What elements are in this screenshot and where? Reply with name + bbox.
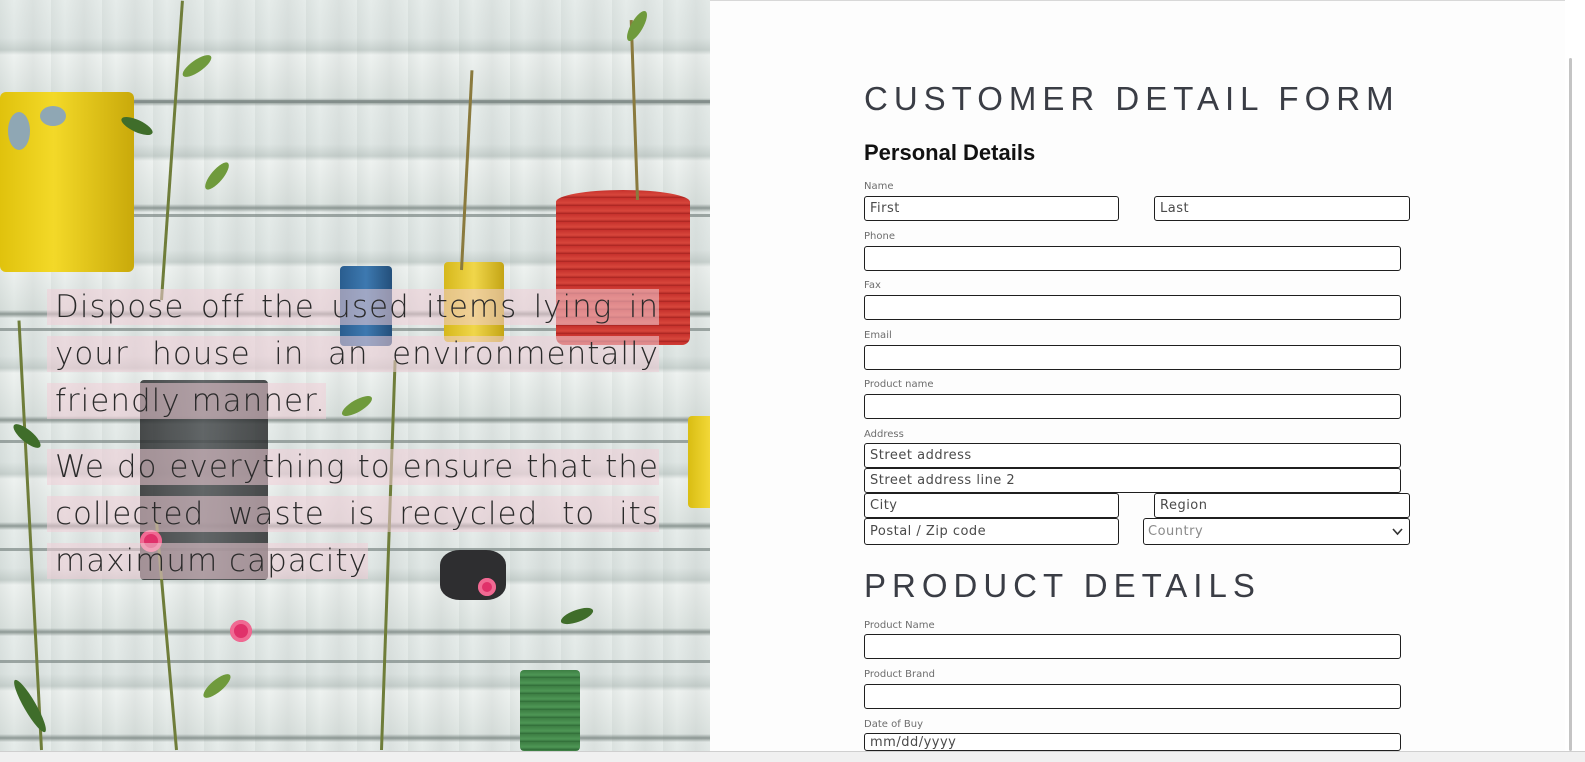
address-label: Address	[864, 429, 904, 440]
fax-label: Fax	[864, 280, 881, 291]
product-name-2-label: Product Name	[864, 620, 935, 631]
plank-seam	[0, 660, 710, 663]
city-input[interactable]	[864, 493, 1119, 518]
email-label: Email	[864, 330, 892, 341]
product-name-2-input[interactable]	[864, 634, 1401, 659]
phone-input[interactable]	[864, 246, 1401, 271]
name-label: Name	[864, 181, 894, 192]
pink-flower	[230, 620, 252, 642]
country-select-value: Country	[1148, 524, 1204, 539]
chevron-down-icon	[1392, 519, 1403, 553]
plank-seam	[0, 440, 710, 443]
product-brand-input[interactable]	[864, 684, 1401, 709]
paint-chip	[8, 112, 30, 150]
date-of-buy-label: Date of Buy	[864, 719, 924, 730]
window-bottom-edge	[0, 751, 1585, 762]
postal-code-input[interactable]	[864, 518, 1119, 545]
paint-chip	[40, 106, 66, 126]
email-input[interactable]	[864, 345, 1401, 370]
edge-yellow-can	[688, 416, 710, 508]
hero-background-photo: Dispose off the used items lying in your…	[0, 0, 710, 751]
phone-label: Phone	[864, 231, 895, 242]
street-address-line2-input[interactable]	[864, 468, 1401, 493]
product-name-input[interactable]	[864, 394, 1401, 419]
product-details-heading: PRODUCT DETAILS	[864, 567, 1261, 604]
form-title: CUSTOMER DETAIL FORM	[864, 80, 1400, 117]
first-name-input[interactable]	[864, 196, 1119, 221]
yellow-can	[0, 92, 134, 272]
last-name-input[interactable]	[1154, 196, 1410, 221]
region-input[interactable]	[1154, 493, 1410, 518]
product-name-label: Product name	[864, 379, 934, 390]
hero-text-1: Dispose off the used items lying in your…	[47, 284, 659, 425]
hero-text-2: We do everything to ensure that the coll…	[47, 444, 659, 585]
page-scrollbar[interactable]	[1565, 0, 1585, 751]
fax-input[interactable]	[864, 295, 1401, 320]
street-address-input[interactable]	[864, 443, 1401, 468]
country-select[interactable]: Country	[1143, 518, 1410, 545]
product-brand-label: Product Brand	[864, 669, 935, 680]
scrollbar-thumb[interactable]	[1569, 58, 1572, 751]
personal-details-heading: Personal Details	[864, 140, 1036, 165]
green-can	[520, 670, 580, 751]
date-of-buy-input[interactable]	[864, 733, 1401, 751]
